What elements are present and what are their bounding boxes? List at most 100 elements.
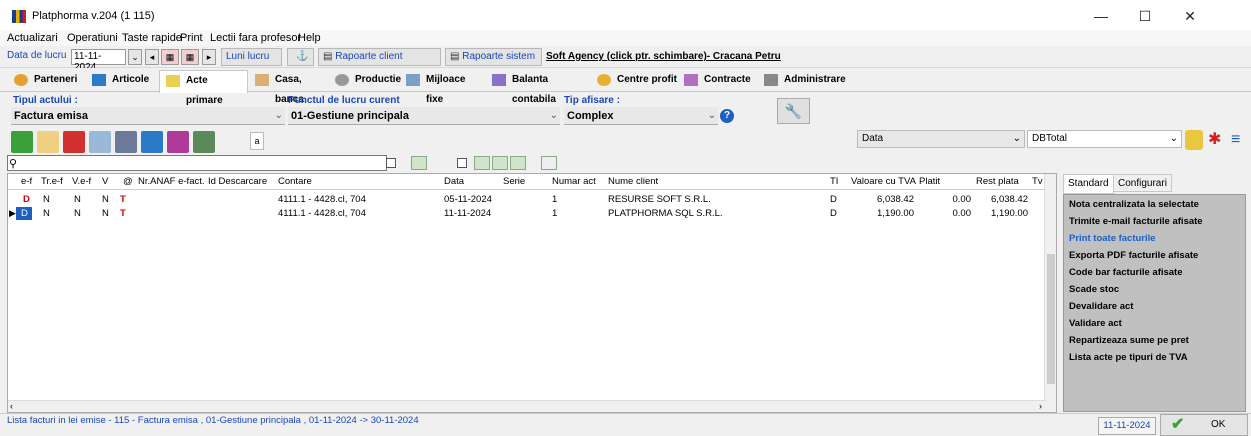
col-numar-act[interactable]: Numar act <box>552 176 596 187</box>
menu-taste-rapide[interactable]: Taste rapide <box>122 32 182 44</box>
cash-icon <box>255 74 269 86</box>
next-button[interactable]: ▸ <box>202 49 216 65</box>
col-ef[interactable]: e-f <box>21 176 32 187</box>
col-v[interactable]: V <box>102 176 108 187</box>
anchor-icon[interactable]: ⚓ <box>287 48 314 66</box>
document-icon[interactable] <box>141 131 163 153</box>
col-data[interactable]: Data <box>444 176 464 187</box>
edit-icon[interactable] <box>37 131 59 153</box>
action-exporta-pdf[interactable]: Exporta PDF facturile afisate <box>1069 250 1198 261</box>
filter-checkbox-2[interactable] <box>457 158 467 168</box>
action-print-facturi[interactable]: Print toate facturile <box>1069 233 1156 244</box>
data-select[interactable]: Data ⌄ <box>857 130 1025 148</box>
menu-print[interactable]: Print <box>180 32 203 44</box>
filter-icon[interactable] <box>1185 130 1203 150</box>
col-vef[interactable]: V.e-f <box>72 176 91 187</box>
ok-button[interactable]: ✔ OK <box>1160 414 1248 436</box>
help-icon[interactable]: ? <box>720 109 734 123</box>
tab-configurari[interactable]: Configurari <box>1113 174 1172 192</box>
wrench-icon[interactable]: 🔧 <box>777 98 810 124</box>
col-contare[interactable]: Contare <box>278 176 312 187</box>
columns-icon[interactable] <box>541 156 557 170</box>
sync-icon[interactable] <box>510 156 526 170</box>
col-nr-anaf[interactable]: Nr.ANAF e-fact. <box>138 176 205 187</box>
action-devalidare[interactable]: Devalidare act <box>1069 301 1133 312</box>
tab-contracte[interactable]: Contracte <box>678 70 757 91</box>
scroll-right-icon[interactable]: › <box>1039 401 1042 411</box>
cube-icon <box>92 74 106 86</box>
report-icon: ▤ <box>323 51 333 62</box>
rapoarte-client-button[interactable]: ▤ Rapoarte client <box>318 48 441 66</box>
calendar-icon[interactable]: ▦ <box>161 49 179 65</box>
table-row[interactable]: D N N N T 4111.1 - 4428.cl, 704 05-11-20… <box>8 192 1048 206</box>
search-input[interactable] <box>7 155 387 171</box>
tip-actului-select[interactable]: Factura emisa ⌄ <box>11 107 285 125</box>
tab-standard[interactable]: Standard <box>1063 174 1114 194</box>
add-icon[interactable] <box>11 131 33 153</box>
tab-administrare[interactable]: Administrare <box>758 70 846 91</box>
folder-open-icon[interactable] <box>492 156 508 170</box>
punct-lucru-select[interactable]: 01-Gestiune principala ⌄ <box>288 107 560 125</box>
dbtotal-select[interactable]: DBTotal ⌄ <box>1027 130 1182 148</box>
tab-productie[interactable]: Productie <box>329 70 401 91</box>
tab-articole[interactable]: Articole <box>86 70 158 91</box>
col-tref[interactable]: Tr.e-f <box>41 176 63 187</box>
horizontal-scrollbar[interactable]: ‹ › <box>8 400 1046 412</box>
action-nota-centralizata[interactable]: Nota centralizata la selectate <box>1069 199 1199 210</box>
menu-help[interactable]: Help <box>298 32 321 44</box>
export-icon[interactable] <box>193 131 215 153</box>
a-button[interactable]: a <box>250 132 264 150</box>
tab-parteneri[interactable]: Parteneri <box>8 70 85 91</box>
menu-lectii[interactable]: Lectii fara profesor <box>210 32 301 44</box>
rapoarte-sistem-button[interactable]: ▤ Rapoarte sistem <box>445 48 542 66</box>
prev-button[interactable]: ◂ <box>145 49 159 65</box>
delete-icon[interactable] <box>63 131 85 153</box>
col-ti[interactable]: TI <box>830 176 838 187</box>
scroll-thumb[interactable] <box>1047 254 1055 384</box>
work-date-field[interactable]: 11-11-2024 <box>71 49 126 73</box>
filter-checkbox-1[interactable] <box>386 158 396 168</box>
vertical-scrollbar[interactable] <box>1044 174 1056 412</box>
people-icon <box>14 74 28 86</box>
scroll-left-icon[interactable]: ‹ <box>10 401 13 411</box>
action-validare[interactable]: Validare act <box>1069 318 1122 329</box>
luni-lucru-button[interactable]: Luni lucru ▦ <box>221 48 282 78</box>
tab-centre-profit[interactable]: Centre profit <box>591 70 677 91</box>
menu-operatiuni[interactable]: Operatiuni <box>67 32 118 44</box>
tab-acte-primare[interactable]: Acte primare <box>159 70 248 106</box>
action-trimite-email[interactable]: Trimite e-mail facturile afisate <box>1069 216 1203 227</box>
company-link[interactable]: Soft Agency (click ptr. schimbare)- Crac… <box>546 51 781 62</box>
tab-mijloace-fixe[interactable]: Mijloace fixe <box>400 70 485 105</box>
col-serie[interactable]: Serie <box>503 176 525 187</box>
action-repartizeaza[interactable]: Repartizeaza sume pe pret <box>1069 335 1189 346</box>
refresh-icon[interactable] <box>411 156 427 170</box>
tab-casa-banca[interactable]: Casa, banca <box>249 70 328 105</box>
pin-icon[interactable]: ✱ <box>1208 131 1226 149</box>
col-nume-client[interactable]: Nume client <box>608 176 658 187</box>
tab-balanta-contabila[interactable]: Balanta contabila <box>486 70 590 105</box>
action-code-bar[interactable]: Code bar facturile afisate <box>1069 267 1183 278</box>
calculator-icon[interactable] <box>115 131 137 153</box>
col-at[interactable]: @ <box>123 176 133 187</box>
menu-actualizari[interactable]: Actualizari <box>7 32 58 44</box>
col-rest-plata[interactable]: Rest plata <box>976 176 1019 187</box>
table-row-selected[interactable]: ▶ D N N N T 4111.1 - 4428.cl, 704 11-11-… <box>8 206 1048 220</box>
menu-icon[interactable]: ≡ <box>1231 131 1247 149</box>
maximize-button[interactable]: ☐ <box>1125 6 1165 26</box>
print-icon[interactable] <box>167 131 189 153</box>
col-id-descarcare[interactable]: Id Descarcare <box>208 176 267 187</box>
search-icon[interactable] <box>89 131 111 153</box>
action-scade-stoc[interactable]: Scade stoc <box>1069 284 1119 295</box>
close-button[interactable]: ✕ <box>1170 6 1210 26</box>
col-valoare[interactable]: Valoare cu TVA <box>851 176 916 187</box>
calendar-next-icon[interactable]: ▦ <box>181 49 199 65</box>
minimize-button[interactable]: — <box>1081 6 1121 26</box>
action-lista-tva[interactable]: Lista acte pe tipuri de TVA <box>1069 352 1188 363</box>
tip-afisare-select[interactable]: Complex ⌄ <box>564 107 718 125</box>
side-panel: Standard Configurari Nota centralizata l… <box>1061 174 1248 414</box>
filter-bar: Tipul actului : Factura emisa ⌄ Punctul d… <box>0 92 1251 128</box>
col-platit[interactable]: Platit <box>919 176 940 187</box>
folder-icon[interactable] <box>474 156 490 170</box>
date-dropdown-button[interactable]: ⌄ <box>128 49 142 65</box>
col-tv[interactable]: Tv <box>1032 176 1043 187</box>
